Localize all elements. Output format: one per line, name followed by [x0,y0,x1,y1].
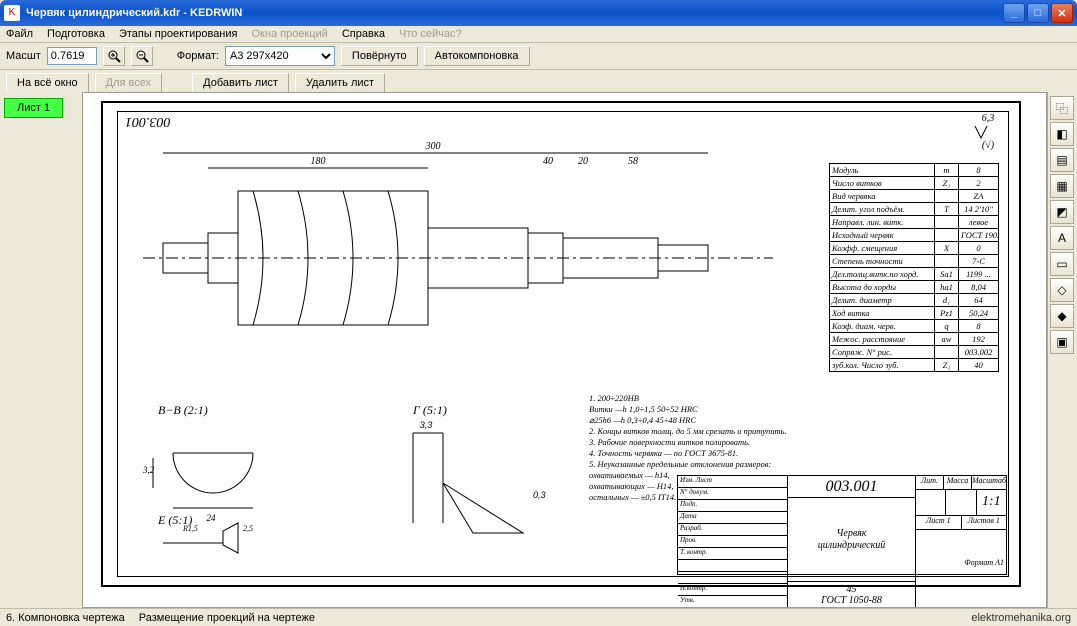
param-row: Делит. диаметрd₁64 [830,293,998,306]
tool-button-1[interactable]: ◧ [1050,122,1074,146]
note-line: 1. 200÷220HB [589,393,829,404]
main-engineering-view: 300 180 40 20 58 [143,133,773,383]
param-row: Число витковZ₁2 [830,176,998,189]
title-block-right: Лит. Масса Масштаб 1:1 Лист 1 Листов 1 Ф… [916,476,1006,608]
tool-button-5[interactable]: A [1050,226,1074,250]
note-line: Витки —h 1,0÷1,5 50÷52 HRC [589,404,829,415]
note-line: ⌀25h6 —h 0,3÷0,4 45÷48 HRC [589,415,829,426]
client-area: Лист 1 003.001 6,3 (√) [0,92,1077,608]
param-row: Исходный червякГОСТ 19036-81 [830,228,998,241]
menu-stages[interactable]: Этапы проектирования [119,28,238,40]
title-block-material: 45 ГОСТ 1050-88 [788,582,915,608]
svg-text:20: 20 [578,156,588,167]
param-row: Коэфф. смещенияX0 [830,241,998,254]
tool-button-4[interactable]: ◩ [1050,200,1074,224]
zoom-in-button[interactable] [103,46,125,66]
status-step: 6. Компоновка чертежа [6,612,125,624]
note-line: 3. Рабочие поверхности витков полировать… [589,437,829,448]
toolbar-row-1: Масшт Формат: А3 297x420 Повёрнуто Авток… [0,43,1077,70]
window-title: Червяк цилиндрический.kdr - KEDRWIN [26,7,1003,19]
surface-finish-mark: 6,3 (√) [973,113,1003,151]
scale-label: Масшт [6,50,41,62]
tool-button-9[interactable]: ▣ [1050,330,1074,354]
tool-button-0[interactable]: ⿻ [1050,96,1074,120]
svg-text:3,2: 3,2 [143,465,155,475]
menu-help[interactable]: Справка [342,28,385,40]
menu-prep[interactable]: Подготовка [47,28,105,40]
tool-button-2[interactable]: ▤ [1050,148,1074,172]
param-row: Сопряж. N° рис.003.002 [830,345,998,358]
tool-button-3[interactable]: ▦ [1050,174,1074,198]
svg-text:24: 24 [207,513,217,523]
left-pane: Лист 1 [0,92,82,608]
autolayout-button[interactable]: Автокомпоновка [424,46,530,66]
del-sheet-button[interactable]: Удалить лист [295,73,385,93]
title-block-signatures: Изм. ЛистN° докум.Подп.ДатаРазраб.Пров.Т… [678,476,788,608]
fit-window-button[interactable]: На всё окно [6,73,89,93]
minimize-button[interactable]: _ [1003,3,1025,23]
zoom-out-button[interactable] [131,46,153,66]
scale-input[interactable] [47,47,97,65]
param-row: зуб.кол. Число зуб.Z₂40 [830,358,998,371]
note-line: 2. Концы витков толщ. до 5 мм срезать и … [589,426,829,437]
worm-parameter-table: Модульm8Число витковZ₁2Вид червякаZAДели… [829,163,999,372]
close-button[interactable]: ✕ [1051,3,1073,23]
param-row: Высота до хордыha18,04 [830,280,998,293]
title-block-name: Червяк цилиндрический [788,498,915,582]
param-row: Ход виткаPz150,24 [830,306,998,319]
title-block-code: 003.001 [788,476,915,498]
format-label: Формат: [177,50,219,62]
svg-text:58: 58 [628,156,638,167]
format-select[interactable]: А3 297x420 [225,46,335,66]
svg-text:300: 300 [425,141,441,152]
maximize-button[interactable]: □ [1027,3,1049,23]
statusbar: 6. Компоновка чертежа Размещение проекци… [0,608,1077,626]
param-row: Коэф. диам. черв.q8 [830,319,998,332]
svg-text:R1,5: R1,5 [182,524,198,533]
svg-text:180: 180 [311,156,326,167]
param-row: Межос. расстояниеaw192 [830,332,998,345]
param-row: Делит. угол подъём.T14 2'10" [830,202,998,215]
detail-views-left: 3,2 24 R1,5 2,5 [143,413,373,573]
drawing-canvas[interactable]: 003.001 6,3 (√) [82,92,1047,608]
tool-button-8[interactable]: ◆ [1050,304,1074,328]
watermark: elektromehanika.org [971,612,1071,624]
svg-text:2,5: 2,5 [243,524,253,533]
zoom-in-icon [107,49,121,63]
detail-view-g: 3,3 0,3 [393,413,593,573]
titlebar: K Червяк цилиндрический.kdr - KEDRWIN _ … [0,0,1077,26]
tool-button-7[interactable]: ◇ [1050,278,1074,302]
param-row: Модульm8 [830,164,998,176]
status-hint: Размещение проекций на чертеже [139,612,315,624]
tool-button-6[interactable]: ▭ [1050,252,1074,276]
title-block: Изм. ЛистN° докум.Подп.ДатаРазраб.Пров.Т… [677,475,1007,575]
add-sheet-button[interactable]: Добавить лист [192,73,289,93]
app-icon: K [4,5,20,21]
menu-file[interactable]: Файл [6,28,33,40]
svg-text:0,3: 0,3 [533,490,546,500]
param-row: Направл. лин. витк.левое [830,215,998,228]
sheet-tab-1[interactable]: Лист 1 [4,98,63,118]
menu-whats-now: Что сейчас? [399,28,462,40]
drawing-code-rotated: 003.001 [125,113,171,129]
note-line: 5. Неуказанные предельные отклонения раз… [589,459,829,470]
note-line: 4. Точность червяка — по ГОСТ 3675-81. [589,448,829,459]
menubar: Файл Подготовка Этапы проектирования Окн… [0,26,1077,43]
menu-proj-windows: Окна проекций [252,28,328,40]
drawing-sheet: 003.001 6,3 (√) [101,101,1021,587]
for-all-button: Для всех [95,73,162,93]
svg-text:3,3: 3,3 [420,420,433,430]
svg-text:40: 40 [543,156,553,167]
right-toolbox: ⿻◧▤▦◩A▭◇◆▣ [1047,92,1077,608]
param-row: Степень точности7-C [830,254,998,267]
param-row: Дел.толщ.витк.по хорд.Sa11199 ... [830,267,998,280]
zoom-out-icon [135,49,149,63]
param-row: Вид червякаZA [830,189,998,202]
rotated-button[interactable]: Повёрнуто [341,46,418,66]
